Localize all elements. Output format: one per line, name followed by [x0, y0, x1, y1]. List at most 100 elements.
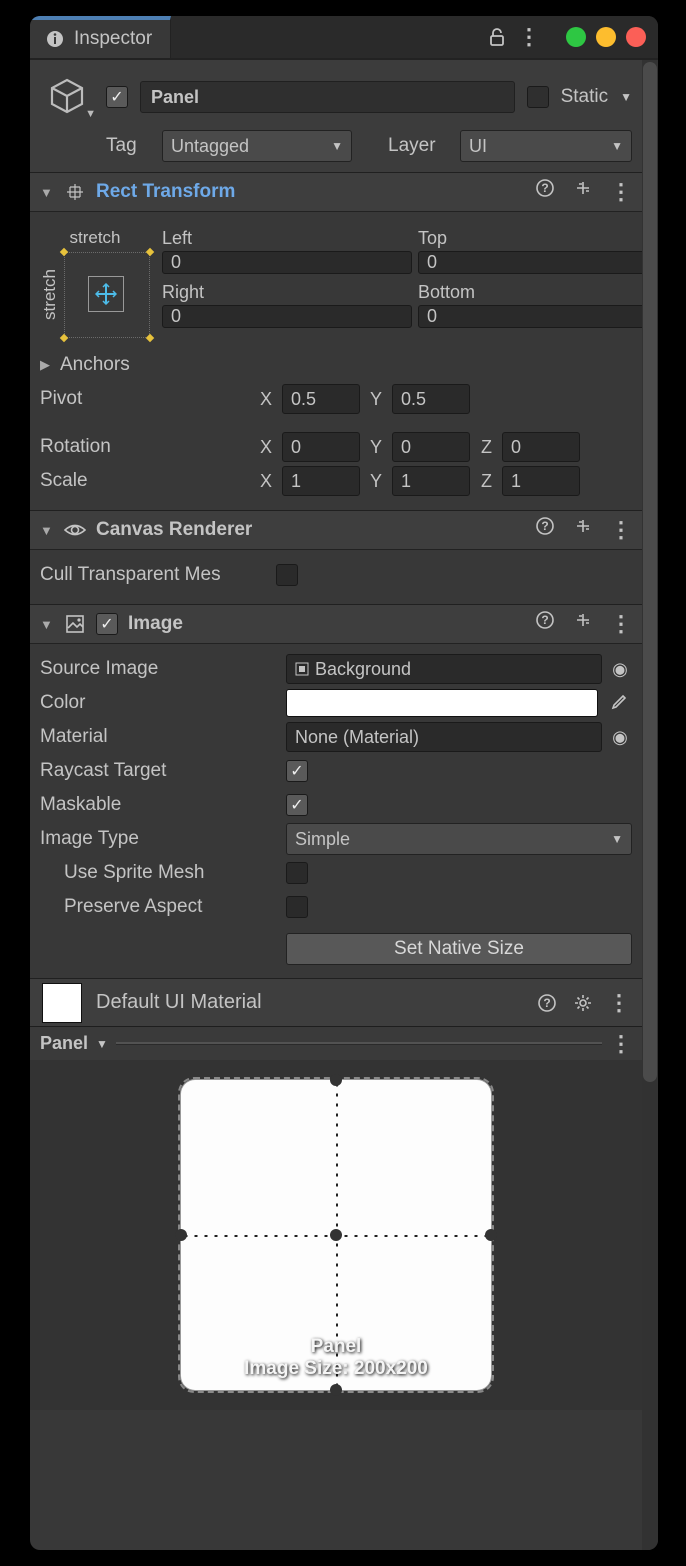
- preview-caret[interactable]: ▼: [96, 1037, 108, 1051]
- kebab-icon[interactable]: ⋮: [608, 990, 630, 1016]
- image-type-dropdown[interactable]: Simple▼: [286, 823, 632, 855]
- rotation-label: Rotation: [40, 436, 250, 458]
- maskable-label: Maskable: [40, 794, 280, 816]
- material-swatch: [42, 983, 82, 1023]
- kebab-icon[interactable]: ⋮: [610, 179, 632, 205]
- scale-label: Scale: [40, 470, 250, 492]
- preview-image: Panel Image Size: 200x200: [181, 1080, 491, 1390]
- bottom-label: Bottom: [418, 282, 658, 303]
- help-icon[interactable]: ?: [534, 179, 556, 205]
- color-field[interactable]: [286, 689, 598, 717]
- rect-transform-header[interactable]: ▼ Rect Transform ? ⋮: [30, 172, 642, 212]
- help-icon[interactable]: ?: [534, 517, 556, 543]
- kebab-icon[interactable]: ⋮: [610, 517, 632, 543]
- y-label: Y: [366, 389, 386, 410]
- image-header[interactable]: ▼ ✓ Image ? ⋮: [30, 604, 642, 644]
- left-input[interactable]: [162, 251, 412, 274]
- image-type-value: Simple: [295, 829, 350, 850]
- name-input[interactable]: [140, 81, 515, 113]
- scrollbar[interactable]: [642, 60, 658, 1550]
- cull-label: Cull Transparent Mes: [40, 564, 270, 586]
- preset-icon[interactable]: [572, 611, 594, 637]
- foldout-icon[interactable]: ▼: [40, 617, 54, 632]
- kebab-icon[interactable]: ⋮: [610, 1031, 632, 1057]
- preview-caption-size: Image Size: 200x200: [181, 1358, 491, 1380]
- rect-transform-title: Rect Transform: [96, 181, 524, 203]
- rot-x-input[interactable]: [282, 432, 360, 462]
- eyedropper-icon[interactable]: [604, 689, 632, 717]
- bottom-input[interactable]: [418, 305, 658, 328]
- anchors-foldout[interactable]: ▶: [40, 357, 54, 373]
- material-value: None (Material): [295, 727, 419, 748]
- preserve-aspect-checkbox[interactable]: [286, 896, 308, 918]
- pivot-y-input[interactable]: [392, 384, 470, 414]
- traffic-yellow[interactable]: [596, 27, 616, 47]
- scale-x-input[interactable]: [282, 466, 360, 496]
- anchor-preset-button[interactable]: [64, 252, 150, 338]
- material-header[interactable]: Default UI Material ? ⋮: [30, 978, 642, 1026]
- scale-y-input[interactable]: [392, 466, 470, 496]
- gameobject-header: ▼ ✓ Static ▼ Tag Untagged▼ Layer: [30, 60, 642, 172]
- static-checkbox[interactable]: [527, 86, 549, 108]
- use-sprite-checkbox[interactable]: [286, 862, 308, 884]
- tag-label: Tag: [106, 135, 150, 157]
- gear-icon[interactable]: [572, 994, 594, 1012]
- anchor-h-label: stretch: [69, 228, 120, 248]
- image-icon: [64, 614, 86, 634]
- enabled-checkbox[interactable]: ✓: [106, 86, 128, 108]
- object-picker-icon[interactable]: ◉: [608, 659, 632, 680]
- color-label: Color: [40, 692, 280, 714]
- layer-dropdown[interactable]: UI▼: [460, 130, 632, 162]
- preset-icon[interactable]: [572, 517, 594, 543]
- inspector-window: Inspector ⋮ ▼ ✓: [30, 16, 658, 1550]
- rot-y-input[interactable]: [392, 432, 470, 462]
- svg-text:?: ?: [543, 996, 550, 1010]
- object-picker-icon[interactable]: ◉: [608, 727, 632, 748]
- rect-transform-icon: [64, 182, 86, 202]
- right-input[interactable]: [162, 305, 412, 328]
- source-image-field[interactable]: Background: [286, 654, 602, 684]
- image-enabled-checkbox[interactable]: ✓: [96, 613, 118, 635]
- help-icon[interactable]: ?: [534, 611, 556, 637]
- set-native-size-button[interactable]: Set Native Size: [286, 933, 632, 965]
- maskable-checkbox[interactable]: ✓: [286, 794, 308, 816]
- preserve-aspect-label: Preserve Aspect: [64, 896, 280, 918]
- static-caret[interactable]: ▼: [620, 90, 632, 104]
- preview-caption-name: Panel: [181, 1336, 491, 1358]
- raycast-checkbox[interactable]: ✓: [286, 760, 308, 782]
- traffic-green[interactable]: [566, 27, 586, 47]
- scale-z-input[interactable]: [502, 466, 580, 496]
- tag-dropdown[interactable]: Untagged▼: [162, 130, 352, 162]
- cull-checkbox[interactable]: [276, 564, 298, 586]
- inspector-tab[interactable]: Inspector: [30, 16, 171, 58]
- image-title: Image: [128, 613, 524, 635]
- canvas-renderer-header[interactable]: ▼ Canvas Renderer ? ⋮: [30, 510, 642, 550]
- titlebar: Inspector ⋮: [30, 16, 658, 60]
- svg-text:?: ?: [541, 519, 548, 533]
- rot-z-input[interactable]: [502, 432, 580, 462]
- image-type-label: Image Type: [40, 828, 280, 850]
- pivot-x-input[interactable]: [282, 384, 360, 414]
- info-icon: [44, 30, 66, 48]
- kebab-icon[interactable]: ⋮: [518, 24, 540, 50]
- source-image-label: Source Image: [40, 658, 280, 680]
- lock-icon[interactable]: [486, 28, 508, 46]
- preset-icon[interactable]: [572, 179, 594, 205]
- x-label: X: [256, 389, 276, 410]
- kebab-icon[interactable]: ⋮: [610, 611, 632, 637]
- layer-value: UI: [469, 136, 487, 157]
- help-icon[interactable]: ?: [536, 994, 558, 1012]
- canvas-renderer-title: Canvas Renderer: [96, 519, 524, 541]
- svg-text:?: ?: [541, 181, 548, 195]
- foldout-icon[interactable]: ▼: [40, 185, 54, 200]
- preview-bar[interactable]: Panel ▼ ⋮: [30, 1026, 642, 1060]
- foldout-icon[interactable]: ▼: [40, 523, 54, 538]
- sprite-icon: [295, 662, 309, 676]
- traffic-red[interactable]: [626, 27, 646, 47]
- layer-label: Layer: [388, 135, 448, 157]
- material-field[interactable]: None (Material): [286, 722, 602, 752]
- tab-title: Inspector: [74, 28, 152, 50]
- right-label: Right: [162, 282, 412, 303]
- gameobject-icon[interactable]: ▼: [40, 74, 94, 120]
- top-input[interactable]: [418, 251, 658, 274]
